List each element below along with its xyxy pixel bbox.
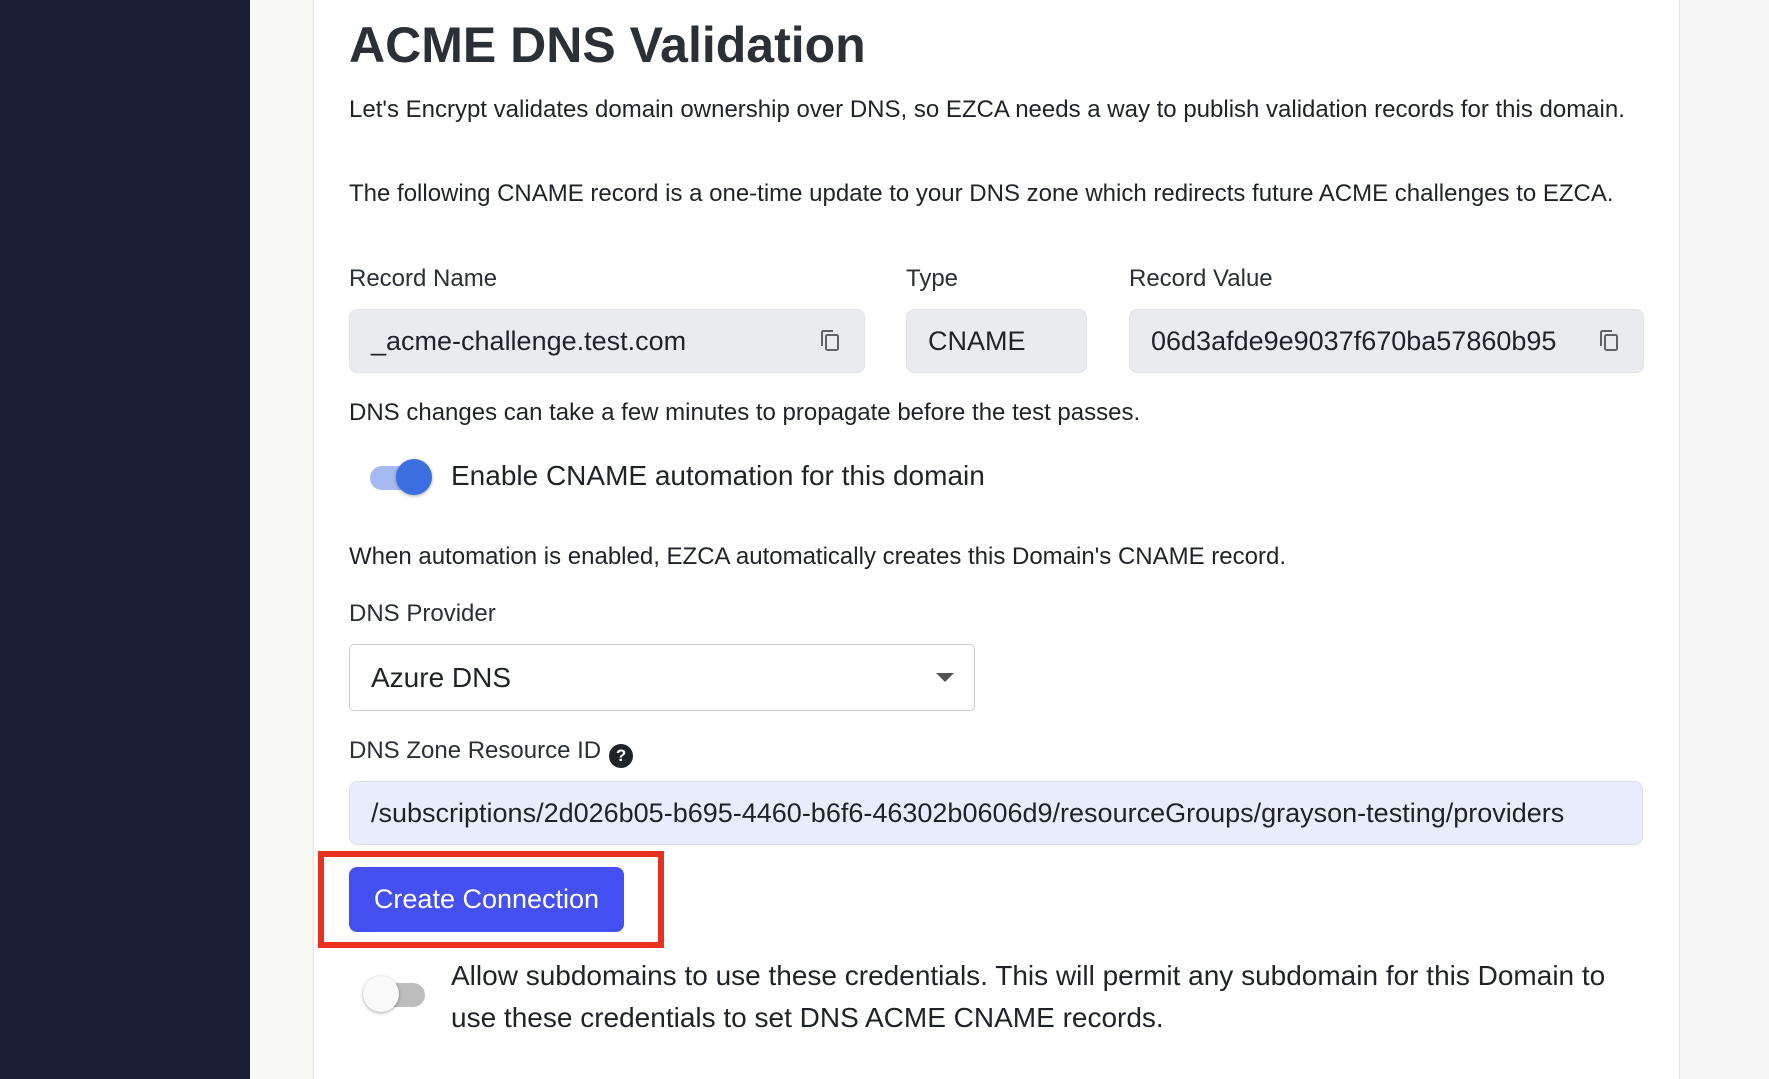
help-icon[interactable]: ?: [609, 744, 634, 768]
record-type-field[interactable]: CNAME: [906, 309, 1087, 373]
toggle-thumb: [396, 459, 432, 495]
record-type-value: CNAME: [928, 325, 1026, 356]
propagation-note: DNS changes can take a few minutes to pr…: [349, 399, 1141, 426]
intro-text: Let's Encrypt validates domain ownership…: [349, 96, 1625, 123]
record-value-field[interactable]: 06d3afde9e9037f670ba57860b95: [1129, 309, 1644, 373]
right-gutter: [1679, 0, 1769, 1079]
dns-zone-resource-id-input[interactable]: [349, 781, 1643, 845]
record-value-label: Record Value: [1129, 265, 1273, 292]
record-type-label: Type: [906, 265, 959, 292]
cname-info-text: The following CNAME record is a one-time…: [349, 180, 1614, 207]
record-value-value: 06d3afde9e9037f670ba57860b95: [1151, 325, 1557, 356]
copy-icon[interactable]: [1595, 327, 1623, 355]
cname-automation-toggle[interactable]: [366, 459, 432, 495]
sidebar: [0, 0, 250, 1079]
section-title: ACME DNS Validation: [349, 17, 866, 73]
dns-zone-label-text: DNS Zone Resource ID: [349, 737, 602, 764]
dns-zone-label: DNS Zone Resource ID?: [349, 737, 634, 768]
dns-provider-select[interactable]: Azure DNS: [349, 644, 975, 711]
toggle-thumb: [363, 976, 399, 1012]
automation-note: When automation is enabled, EZCA automat…: [349, 543, 1286, 570]
cname-automation-label: Enable CNAME automation for this domain: [451, 460, 985, 491]
chevron-down-icon: [936, 673, 954, 682]
dns-provider-label: DNS Provider: [349, 600, 496, 627]
copy-icon[interactable]: [816, 327, 844, 355]
create-connection-button[interactable]: Create Connection: [349, 867, 624, 932]
record-name-field[interactable]: _acme-challenge.test.com: [349, 309, 865, 373]
dns-provider-value: Azure DNS: [371, 661, 512, 693]
record-name-label: Record Name: [349, 265, 498, 292]
subdomain-credentials-toggle[interactable]: [363, 976, 429, 1012]
subdomain-credentials-label: Allow subdomains to use these credential…: [451, 960, 1606, 1033]
record-name-value: _acme-challenge.test.com: [371, 325, 687, 356]
